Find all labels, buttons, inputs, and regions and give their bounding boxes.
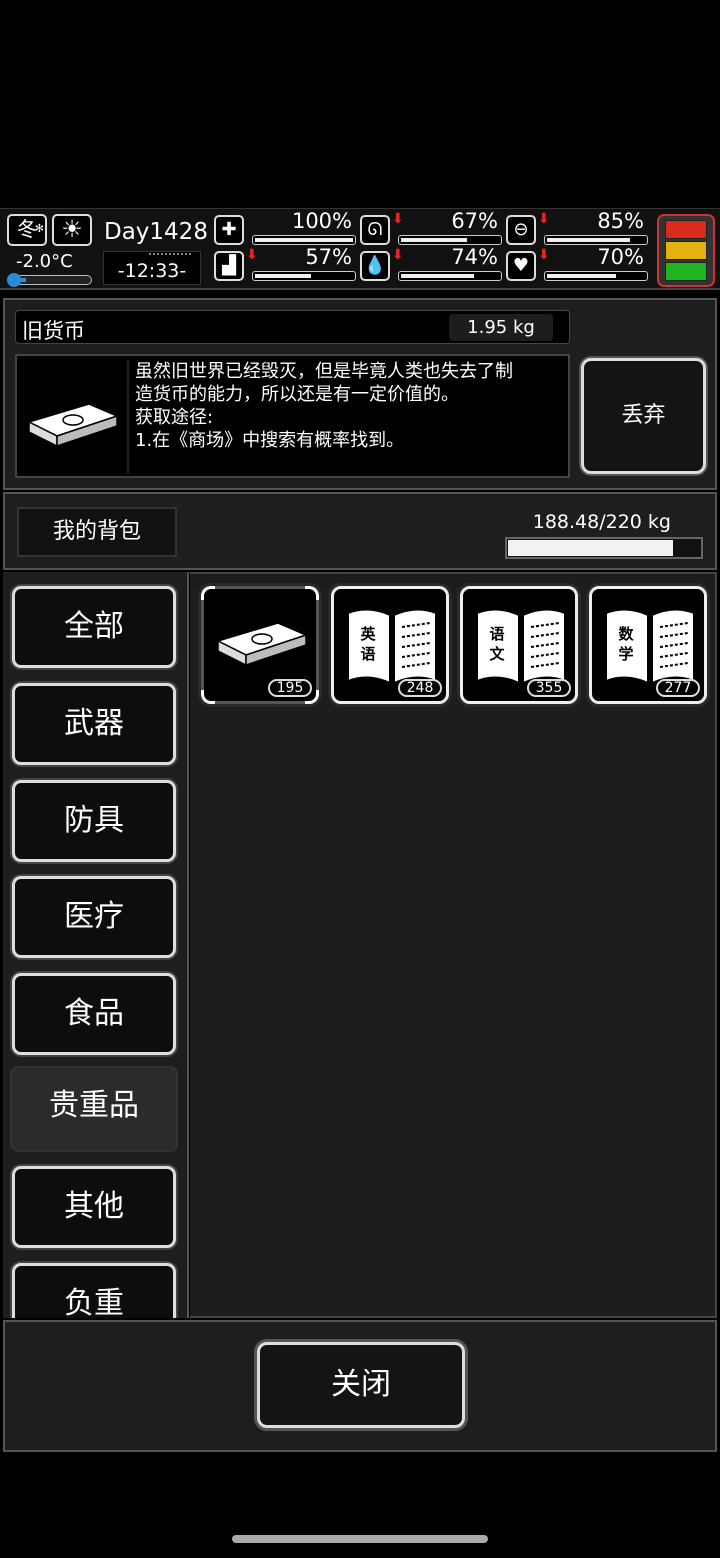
- slot-count: 195: [268, 679, 312, 697]
- bag-weight-text: 188.48/220 kg: [532, 511, 671, 533]
- stat-stamina-bar: [252, 271, 356, 281]
- traffic-light-icon[interactable]: [657, 214, 715, 287]
- slot-count: 277: [656, 679, 700, 697]
- svg-text:数: 数: [618, 625, 634, 643]
- temperature-bar: [7, 273, 92, 287]
- description-line: 造货币的能力，所以还是有一定价值的。: [135, 384, 459, 405]
- item-weight: 1.95 kg: [449, 314, 553, 341]
- stat-mood: ♥ ⬇ 70%: [506, 245, 648, 285]
- slot-count: 355: [527, 679, 571, 697]
- english-book-icon: 英 语: [347, 608, 437, 685]
- stat-mood-value: 70%: [597, 245, 644, 269]
- stat-stamina: ▟ ⬇ 57%: [214, 245, 356, 285]
- item-body: 虽然旧世界已经毁灭，但是毕竟人类也失去了制 造货币的能力，所以还是有一定价值的。…: [15, 354, 570, 478]
- traffic-light-green: [665, 262, 707, 281]
- clock-time: -12:33-: [117, 260, 187, 282]
- home-indicator[interactable]: [232, 1535, 488, 1543]
- item-detail-panel: 旧货币 1.95 kg 虽然旧世界已经毁灭，但是毕竟人类也失去了制 造货币的能力…: [3, 298, 717, 490]
- stat-thirst-value: 74%: [451, 245, 498, 269]
- stat-hunger-bar: [398, 235, 502, 245]
- stat-stamina-value: 57%: [305, 245, 352, 269]
- foot-icon: ▟: [214, 251, 244, 281]
- description-line: 虽然旧世界已经毁灭，但是毕竟人类也失去了制: [135, 361, 513, 382]
- stat-health-bar: [252, 235, 356, 245]
- svg-text:英: 英: [360, 625, 376, 643]
- down-arrow-icon: ⬇: [538, 247, 550, 263]
- footer: 关闭: [3, 1320, 717, 1452]
- close-button[interactable]: 关闭: [257, 1342, 465, 1428]
- traffic-light-red: [665, 220, 707, 239]
- medkit-icon: ✚: [214, 215, 244, 245]
- bag-weight-bar-fill: [508, 540, 673, 556]
- clock-ticks: [149, 253, 191, 257]
- category-sidebar[interactable]: 全部 武器 防具 医疗 食品 贵重品 其他 负重: [3, 572, 189, 1318]
- stat-thirst-bar: [398, 271, 502, 281]
- inventory-grid: 195 英 语 248 语 文 355 数 学 277: [190, 572, 717, 1318]
- thermometer-icon: [7, 273, 21, 287]
- category-valuables[interactable]: 贵重品: [10, 1066, 178, 1152]
- down-arrow-icon: ⬇: [246, 247, 258, 263]
- svg-text:语: 语: [360, 645, 375, 663]
- description-line: 1.在《商场》中搜索有概率找到。: [135, 430, 405, 451]
- item-description: 虽然旧世界已经毁灭，但是毕竟人类也失去了制 造货币的能力，所以还是有一定价值的。…: [135, 360, 565, 452]
- stat-hunger: ᘏ ⬇ 67%: [360, 209, 502, 249]
- stat-medicine: ⊖ ⬇ 85%: [506, 209, 648, 249]
- down-arrow-icon: ⬇: [392, 247, 404, 263]
- math-book-icon: 数 学: [605, 608, 695, 685]
- chinese-book-icon: 语 文: [476, 608, 566, 685]
- stat-medicine-bar: [544, 235, 648, 245]
- stomach-icon: ᘏ: [360, 215, 390, 245]
- money-stack-icon: [21, 360, 129, 474]
- snowflake-icon: ✻: [34, 222, 44, 235]
- category-others[interactable]: 其他: [12, 1166, 176, 1248]
- traffic-light-yellow: [665, 241, 707, 260]
- stat-hunger-value: 67%: [451, 209, 498, 233]
- temperature-text: -2.0°C: [16, 251, 73, 272]
- inventory-slot[interactable]: 数 学 277: [589, 586, 707, 704]
- day-counter: Day1428: [104, 219, 208, 245]
- pill-icon: ⊖: [506, 215, 536, 245]
- svg-text:文: 文: [489, 645, 505, 663]
- slot-count: 248: [398, 679, 442, 697]
- category-armor[interactable]: 防具: [12, 780, 176, 862]
- sun-icon: ☀: [52, 214, 92, 246]
- water-drop-icon: 💧: [360, 251, 390, 281]
- category-load[interactable]: 负重: [12, 1263, 176, 1318]
- bag-panel: 我的背包 188.48/220 kg: [3, 492, 717, 570]
- stat-health-value: 100%: [291, 209, 352, 233]
- discard-button[interactable]: 丢弃: [581, 358, 706, 474]
- bag-weight-bar: [505, 537, 703, 559]
- svg-text:语: 语: [489, 625, 504, 643]
- stat-thirst: 💧 ⬇ 74%: [360, 245, 502, 285]
- category-all[interactable]: 全部: [12, 586, 176, 668]
- inventory-slot[interactable]: 195: [201, 586, 319, 704]
- description-line: 获取途径:: [135, 407, 214, 428]
- svg-text:学: 学: [618, 645, 633, 663]
- category-medical[interactable]: 医疗: [12, 876, 176, 958]
- stat-mood-bar: [544, 271, 648, 281]
- bag-title: 我的背包: [17, 507, 177, 557]
- clock: -12:33-: [103, 251, 201, 285]
- down-arrow-icon: ⬇: [392, 211, 404, 227]
- status-bar: 冬 ✻ ☀ -2.0°C Day1428 -12:33- ✚ 100% ᘏ ⬇ …: [0, 208, 720, 290]
- season-icon: 冬 ✻: [7, 214, 47, 246]
- item-title-bar: 旧货币 1.95 kg: [15, 310, 570, 344]
- heart-icon: ♥: [506, 251, 536, 281]
- money-stack-icon: [215, 622, 309, 667]
- category-weapons[interactable]: 武器: [12, 683, 176, 765]
- item-name: 旧货币: [22, 319, 85, 343]
- inventory-slot[interactable]: 语 文 355: [460, 586, 578, 704]
- stat-medicine-value: 85%: [597, 209, 644, 233]
- down-arrow-icon: ⬇: [538, 211, 550, 227]
- category-food[interactable]: 食品: [12, 973, 176, 1055]
- inventory-slot[interactable]: 英 语 248: [331, 586, 449, 704]
- stat-health: ✚ 100%: [214, 209, 356, 249]
